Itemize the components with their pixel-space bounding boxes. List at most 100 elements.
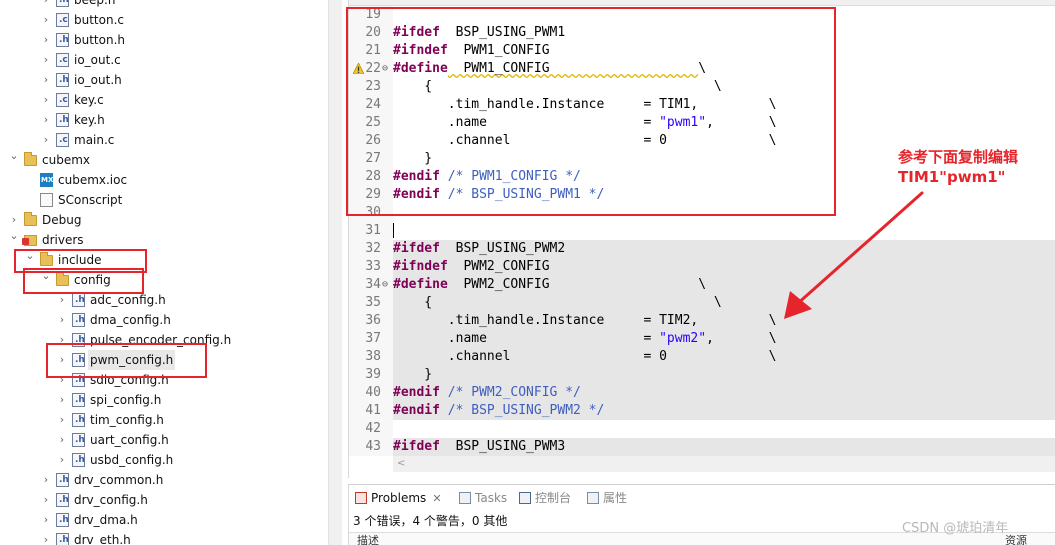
project-explorer-scrollbar[interactable]: [328, 0, 342, 545]
chevron-right-icon[interactable]: ›: [40, 110, 52, 130]
tree-item-spi-config-h[interactable]: › .h spi_config.h: [0, 390, 328, 410]
editor-horizontal-scrollbar[interactable]: <: [393, 456, 1055, 472]
tree-item-main-c[interactable]: › .c main.c: [0, 130, 328, 150]
column-description[interactable]: 描述: [357, 533, 379, 545]
tree-item-uart-config-h[interactable]: › .h uart_config.h: [0, 430, 328, 450]
line-number: 34: [365, 277, 381, 292]
tree-item-io-out-c[interactable]: › .c io_out.c: [0, 50, 328, 70]
chevron-right-icon[interactable]: ›: [40, 510, 52, 530]
chevron-right-icon[interactable]: ›: [40, 490, 52, 510]
tree-item-key-h[interactable]: › .h key.h: [0, 110, 328, 130]
code-token: , \: [706, 331, 777, 346]
code-text[interactable]: #endif /* PWM2_CONFIG */: [393, 384, 1055, 402]
line-number: 40: [365, 385, 381, 400]
c-file-icon: .c: [56, 13, 69, 27]
chevron-right-icon[interactable]: ›: [40, 70, 52, 90]
tree-item-drv-dma-h[interactable]: › .h drv_dma.h: [0, 510, 328, 530]
code-text[interactable]: #ifdef BSP_USING_PWM2: [393, 240, 1055, 258]
tree-item-label: button.h: [74, 33, 125, 47]
header-file-icon: .h: [56, 533, 69, 545]
code-text[interactable]: #define PWM2_CONFIG \: [393, 276, 1055, 294]
code-text[interactable]: }: [393, 366, 1055, 384]
code-text[interactable]: .name = "pwm2", \: [393, 330, 1055, 348]
code-line[interactable]: 33 #ifndef PWM2_CONFIG: [349, 258, 1055, 276]
tree-item-debug[interactable]: › Debug: [0, 210, 328, 230]
tree-item-label: spi_config.h: [90, 393, 162, 407]
problems-icon: [355, 492, 367, 504]
chevron-down-icon[interactable]: ⌄: [8, 226, 20, 246]
code-token: BSP_USING_PWM3: [439, 439, 566, 454]
header-file-icon: .h: [56, 493, 69, 507]
tree-item-drv-common-h[interactable]: › .h drv_common.h: [0, 470, 328, 490]
code-line[interactable]: 39 }: [349, 366, 1055, 384]
tab-problems[interactable]: Problems ✕: [355, 488, 442, 508]
line-number: 41: [365, 403, 381, 418]
chevron-right-icon[interactable]: ›: [40, 0, 52, 10]
header-file-icon: .h: [56, 513, 69, 527]
driver-folder-icon: [22, 235, 37, 246]
cubemx-file-icon: MX: [40, 173, 53, 187]
code-line[interactable]: 36 .tim_handle.Instance = TIM2, \: [349, 312, 1055, 330]
chevron-right-icon[interactable]: ›: [40, 10, 52, 30]
tab-properties[interactable]: 属性: [587, 488, 627, 508]
highlight-box-pwm-config: [46, 343, 207, 378]
tree-item-drivers[interactable]: ⌄ drivers: [0, 229, 328, 250]
code-line[interactable]: 35 { \: [349, 294, 1055, 312]
tree-item-button-h[interactable]: › .h button.h: [0, 30, 328, 50]
chevron-right-icon[interactable]: ›: [40, 530, 52, 545]
line-number: 36: [365, 313, 381, 328]
fold-collapse-icon[interactable]: ⊖: [382, 276, 388, 294]
chevron-right-icon[interactable]: ›: [56, 450, 68, 470]
code-text[interactable]: #ifdef BSP_USING_PWM3: [393, 438, 1055, 456]
code-line[interactable]: 40 #endif /* PWM2_CONFIG */: [349, 384, 1055, 402]
problems-summary: 3 个错误，4 个警告，0 其他: [353, 514, 508, 528]
chevron-right-icon[interactable]: ›: [40, 130, 52, 150]
tree-item-drv-eth-h[interactable]: › .h drv_eth.h: [0, 530, 328, 545]
tree-item-tim-config-h[interactable]: › .h tim_config.h: [0, 410, 328, 430]
tree-item-io-out-h[interactable]: › .h io_out.h: [0, 70, 328, 90]
code-line[interactable]: 37 .name = "pwm2", \: [349, 330, 1055, 348]
tree-item-cubemx-ioc[interactable]: MX cubemx.ioc: [0, 170, 328, 190]
code-text[interactable]: .channel = 0 \: [393, 348, 1055, 366]
code-line[interactable]: 34 ⊖ #define PWM2_CONFIG \: [349, 276, 1055, 294]
tree-item-beep-h[interactable]: › .h beep.h: [0, 0, 328, 10]
tab-console[interactable]: 控制台: [519, 488, 571, 508]
chevron-down-icon[interactable]: ⌄: [8, 146, 20, 166]
code-text[interactable]: #endif /* BSP_USING_PWM2 */: [393, 402, 1055, 420]
tree-item-label: dma_config.h: [90, 313, 171, 327]
code-line[interactable]: 43 #ifdef BSP_USING_PWM3: [349, 438, 1055, 456]
code-text[interactable]: #ifndef PWM2_CONFIG: [393, 258, 1055, 276]
text-file-icon: [40, 193, 53, 207]
tree-item-drv-config-h[interactable]: › .h drv_config.h: [0, 490, 328, 510]
tree-item-button-c[interactable]: › .c button.c: [0, 10, 328, 30]
chevron-right-icon[interactable]: ›: [40, 50, 52, 70]
tree-item-usbd-config-h[interactable]: › .h usbd_config.h: [0, 450, 328, 470]
tree-item-dma-config-h[interactable]: › .h dma_config.h: [0, 310, 328, 330]
tree-item-sconscript[interactable]: SConscript: [0, 190, 328, 210]
chevron-right-icon[interactable]: ›: [40, 90, 52, 110]
code-line[interactable]: 32 #ifdef BSP_USING_PWM2: [349, 240, 1055, 258]
chevron-right-icon[interactable]: ›: [40, 30, 52, 50]
code-text[interactable]: [393, 222, 1055, 240]
c-file-icon: .c: [56, 133, 69, 147]
line-number: 42: [365, 421, 381, 436]
header-file-icon: .h: [72, 453, 85, 467]
code-text[interactable]: { \: [393, 294, 1055, 312]
chevron-right-icon[interactable]: ›: [56, 410, 68, 430]
chevron-right-icon[interactable]: ›: [56, 390, 68, 410]
chevron-right-icon[interactable]: ›: [56, 310, 68, 330]
code-line[interactable]: 31: [349, 222, 1055, 240]
tab-tasks[interactable]: Tasks: [459, 488, 507, 508]
tree-item-cubemx[interactable]: ⌄ cubemx: [0, 149, 328, 170]
code-line[interactable]: 41 #endif /* BSP_USING_PWM2 */: [349, 402, 1055, 420]
column-resource[interactable]: 资源: [1005, 533, 1027, 545]
scroll-left-icon[interactable]: <: [397, 456, 405, 472]
code-line[interactable]: 42: [349, 420, 1055, 438]
close-icon[interactable]: ✕: [432, 492, 441, 505]
code-line[interactable]: 38 .channel = 0 \: [349, 348, 1055, 366]
code-text[interactable]: .tim_handle.Instance = TIM2, \: [393, 312, 1055, 330]
chevron-right-icon[interactable]: ›: [40, 470, 52, 490]
tree-item-key-c[interactable]: › .c key.c: [0, 90, 328, 110]
code-token: /* BSP_USING_PWM2 */: [439, 403, 605, 418]
chevron-right-icon[interactable]: ›: [56, 430, 68, 450]
